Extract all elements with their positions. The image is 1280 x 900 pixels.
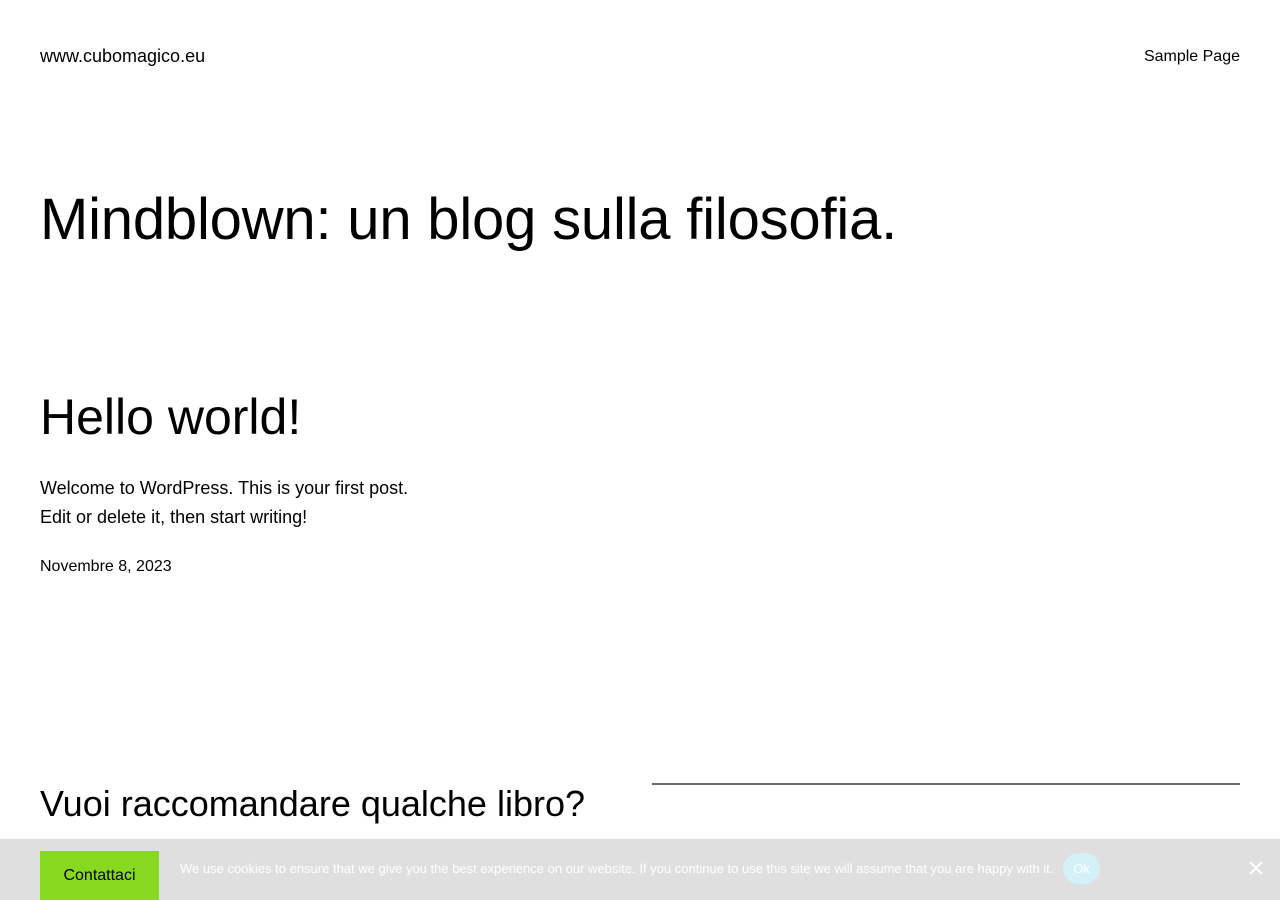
cookie-notice-bar: We use cookies to ensure that we give yo… <box>0 839 1280 900</box>
site-title-link[interactable]: www.cubomagico.eu <box>40 45 205 67</box>
post-excerpt-line-2: Edit or delete it, then start writing! <box>40 507 308 527</box>
post-excerpt: Welcome to WordPress. This is your first… <box>40 474 440 532</box>
section-title: Vuoi raccomandare qualche libro? <box>40 783 585 824</box>
close-icon-svg <box>1249 861 1263 875</box>
cookie-notice-text: We use cookies to ensure that we give yo… <box>180 861 1054 876</box>
contact-button[interactable]: Contattaci <box>40 851 159 900</box>
close-icon[interactable] <box>1248 860 1264 876</box>
cookie-ok-button[interactable]: Ok <box>1063 853 1100 884</box>
post-date-link[interactable]: Novembre 8, 2023 <box>40 557 172 577</box>
section-divider <box>652 783 1240 785</box>
page-title: Mindblown: un blog sulla filosofia. <box>40 187 898 252</box>
page: www.cubomagico.eu Sample Page Mindblown:… <box>0 0 1280 900</box>
post-title-link[interactable]: Hello world! <box>40 386 301 448</box>
nav-sample-page-link[interactable]: Sample Page <box>1144 47 1240 67</box>
post-excerpt-line-1: Welcome to WordPress. This is your first… <box>40 478 409 498</box>
